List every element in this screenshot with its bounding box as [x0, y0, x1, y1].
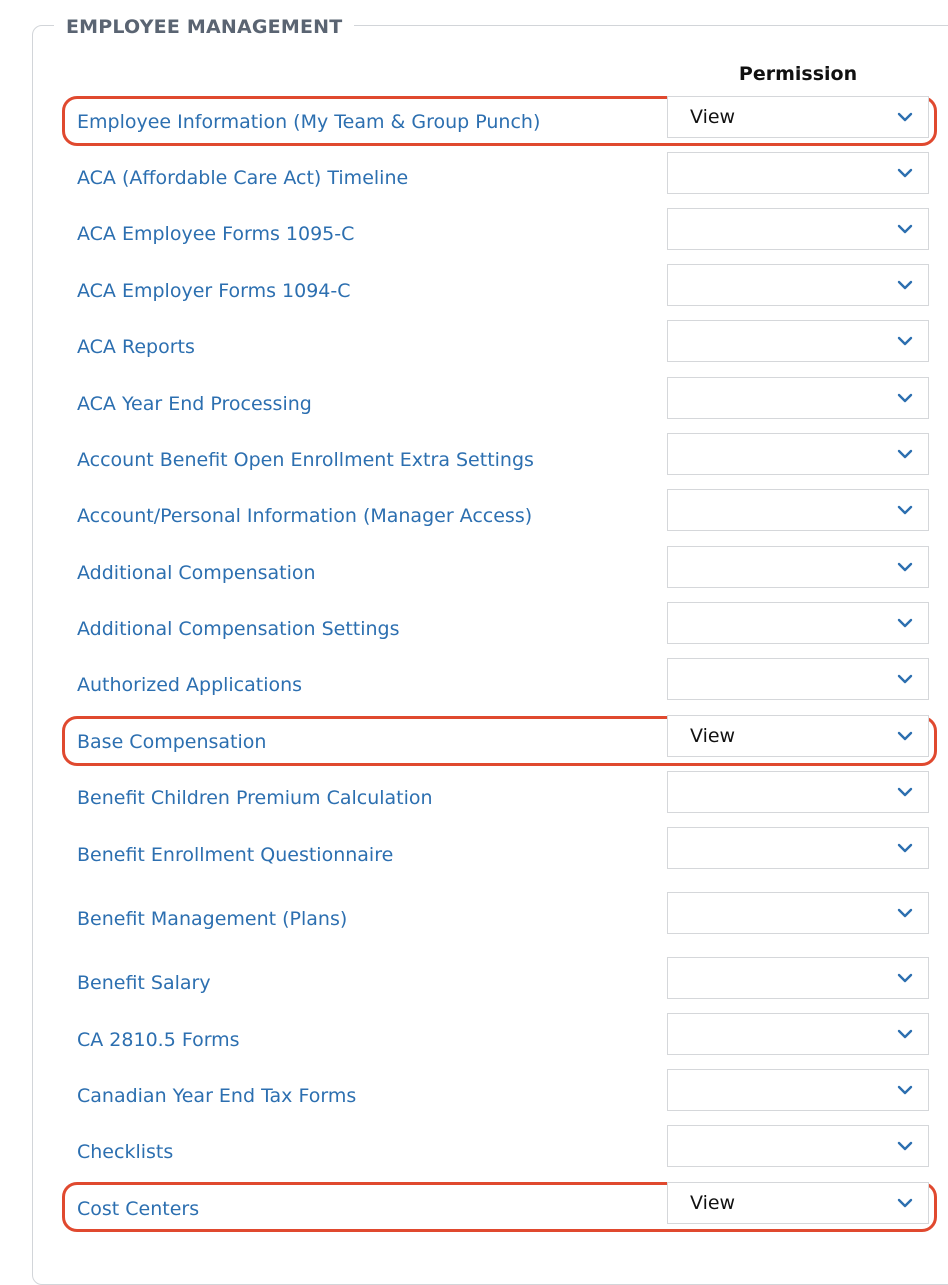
permission-select-ca-2810-5-forms[interactable] — [667, 1013, 929, 1055]
chevron-down-icon — [897, 787, 913, 797]
permission-label-aca-year-end-processing[interactable]: ACA Year End Processing — [77, 392, 312, 416]
permission-label-cost-centers[interactable]: Cost Centers — [77, 1197, 199, 1221]
permission-label-aca-employer-forms-1094-c[interactable]: ACA Employer Forms 1094-C — [77, 279, 351, 303]
chevron-down-icon — [897, 1141, 913, 1151]
permission-label-authorized-applications[interactable]: Authorized Applications — [77, 673, 302, 697]
permission-select-additional-compensation-settings[interactable] — [667, 602, 929, 644]
permission-select-canadian-year-end-tax-forms[interactable] — [667, 1069, 929, 1111]
chevron-down-icon — [897, 908, 913, 918]
permission-label-benefit-management-plans[interactable]: Benefit Management (Plans) — [77, 907, 347, 931]
permission-label-canadian-year-end-tax-forms[interactable]: Canadian Year End Tax Forms — [77, 1084, 356, 1108]
permission-label-additional-compensation-settings[interactable]: Additional Compensation Settings — [77, 617, 400, 641]
permission-select-checklists[interactable] — [667, 1125, 929, 1167]
permission-select-authorized-applications[interactable] — [667, 658, 929, 700]
section-title: EMPLOYEE MANAGEMENT — [54, 13, 355, 41]
chevron-down-icon — [897, 336, 913, 346]
chevron-down-icon — [897, 618, 913, 628]
permission-label-benefit-children-premium-calculation[interactable]: Benefit Children Premium Calculation — [77, 786, 433, 810]
chevron-down-icon — [897, 1198, 913, 1208]
chevron-down-icon — [897, 449, 913, 459]
chevron-down-icon — [897, 168, 913, 178]
chevron-down-icon — [897, 1085, 913, 1095]
permission-select-aca-employer-forms-1094-c[interactable] — [667, 264, 929, 306]
chevron-down-icon — [897, 843, 913, 853]
permission-select-aca-affordable-care-act-timeline[interactable] — [667, 152, 929, 194]
permission-select-benefit-enrollment-questionnaire[interactable] — [667, 827, 929, 869]
chevron-down-icon — [897, 280, 913, 290]
chevron-down-icon — [897, 393, 913, 403]
permission-label-additional-compensation[interactable]: Additional Compensation — [77, 561, 316, 585]
chevron-down-icon — [897, 1029, 913, 1039]
permission-label-benefit-enrollment-questionnaire[interactable]: Benefit Enrollment Questionnaire — [77, 843, 393, 867]
permission-select-benefit-children-premium-calculation[interactable] — [667, 771, 929, 813]
chevron-down-icon — [897, 973, 913, 983]
permission-label-account-benefit-open-enrollment-extra-settings[interactable]: Account Benefit Open Enrollment Extra Se… — [77, 448, 534, 472]
permission-select-account-personal-information-manager-access[interactable] — [667, 489, 929, 531]
permission-label-benefit-salary[interactable]: Benefit Salary — [77, 971, 211, 995]
permission-select-value: View — [690, 106, 736, 128]
chevron-down-icon — [897, 112, 913, 122]
permission-select-aca-employee-forms-1095-c[interactable] — [667, 208, 929, 250]
permission-select-employee-information-my-team-group-punch[interactable]: View — [667, 96, 929, 138]
permission-label-ca-2810-5-forms[interactable]: CA 2810.5 Forms — [77, 1028, 240, 1052]
chevron-down-icon — [897, 224, 913, 234]
permission-select-aca-year-end-processing[interactable] — [667, 377, 929, 419]
permission-label-employee-information-my-team-group-punch[interactable]: Employee Information (My Team & Group Pu… — [77, 110, 540, 134]
permission-select-base-compensation[interactable]: View — [667, 715, 929, 757]
permission-select-aca-reports[interactable] — [667, 320, 929, 362]
permission-label-aca-affordable-care-act-timeline[interactable]: ACA (Affordable Care Act) Timeline — [77, 166, 408, 190]
permission-select-benefit-management-plans[interactable] — [667, 892, 929, 934]
permission-label-checklists[interactable]: Checklists — [77, 1140, 173, 1164]
permission-select-cost-centers[interactable]: View — [667, 1182, 929, 1224]
permission-select-additional-compensation[interactable] — [667, 546, 929, 588]
chevron-down-icon — [897, 562, 913, 572]
permission-select-value: View — [690, 725, 736, 747]
permission-select-benefit-salary[interactable] — [667, 957, 929, 999]
chevron-down-icon — [897, 674, 913, 684]
permission-column-header: Permission — [738, 63, 858, 85]
permission-select-account-benefit-open-enrollment-extra-settings[interactable] — [667, 433, 929, 475]
chevron-down-icon — [897, 731, 913, 741]
permission-label-account-personal-information-manager-access[interactable]: Account/Personal Information (Manager Ac… — [77, 504, 532, 528]
permission-label-aca-employee-forms-1095-c[interactable]: ACA Employee Forms 1095-C — [77, 222, 354, 246]
chevron-down-icon — [897, 505, 913, 515]
permission-select-value: View — [690, 1192, 736, 1214]
permission-label-base-compensation[interactable]: Base Compensation — [77, 730, 266, 754]
permission-label-aca-reports[interactable]: ACA Reports — [77, 335, 195, 359]
